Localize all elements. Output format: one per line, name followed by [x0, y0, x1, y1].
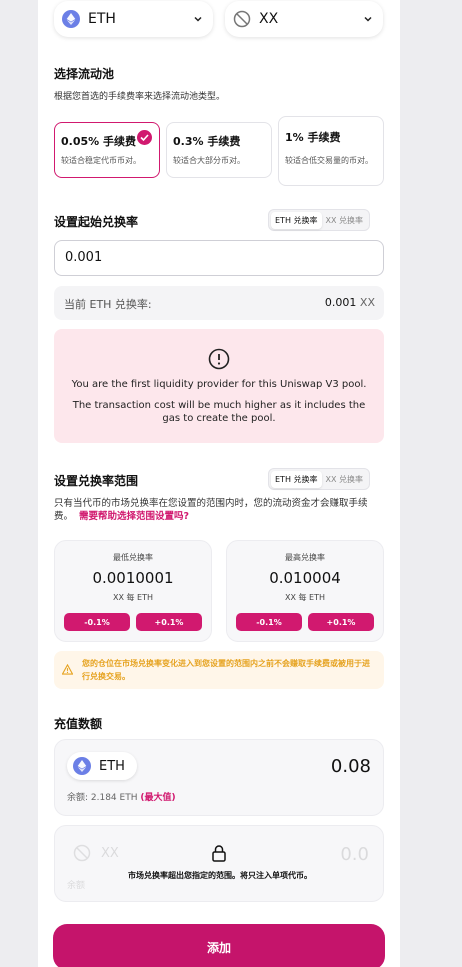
lock-icon [212, 845, 226, 862]
current-price-row: 当前 ETH 兑换率: 0.001 XX [54, 286, 384, 320]
start-price-title: 设置起始兑换率 [54, 215, 139, 229]
pool-section-title: 选择流动池 [54, 67, 115, 81]
max-increase-button[interactable]: +0.1% [308, 613, 374, 631]
token-b-selector[interactable]: XX [225, 1, 383, 37]
min-decrease-button[interactable]: -0.1% [64, 613, 130, 631]
warning-triangle-icon [62, 664, 73, 675]
token-a-symbol: ETH [88, 11, 116, 27]
fee-desc: 较适合稳定代币币对。 [61, 156, 141, 165]
fee-option-1[interactable]: 1% 手续费 较适合低交易量的币对。 [278, 116, 384, 186]
warning-line-1: You are the first liquidity provider for… [71, 379, 367, 390]
add-button[interactable]: 添加 [53, 924, 385, 967]
notice-text: 您的仓位在市场兑换率变化进入到您设置的范围内之前不会赚取手续费或被用于进行兑换交… [82, 659, 370, 681]
max-price-unit: XX 每 ETH [284, 593, 325, 602]
first-provider-warning: You are the first liquidity provider for… [54, 329, 384, 443]
start-price-value: 0.001 [65, 250, 103, 265]
warning-line-2: The transaction cost will be much higher… [72, 400, 366, 424]
max-button[interactable]: (最大值) [140, 793, 175, 803]
deposit-token-b-symbol: XX [101, 845, 119, 861]
blocked-icon [233, 10, 251, 28]
current-price-unit: XX [359, 296, 375, 309]
deposit-token-a-chip: ETH [67, 752, 137, 780]
token-b-symbol: XX [259, 11, 279, 27]
add-button-label: 添加 [206, 940, 231, 955]
ethereum-icon [73, 757, 91, 775]
max-price-value[interactable]: 0.010004 [227, 569, 383, 587]
range-toggle[interactable]: ETH 兑换率 XX 兑换率 [268, 468, 371, 490]
pool-section-subtitle: 根据您首选的手续费率来选择流动池类型。 [54, 92, 226, 102]
chevron-down-icon [194, 16, 202, 22]
deposit-title: 充值数额 [54, 717, 103, 731]
fee-desc: 较适合大部分币对。 [173, 156, 245, 165]
alert-circle-icon [208, 348, 230, 370]
deposit-token-b-amount: 0.0 [340, 844, 369, 865]
fee-option-0.3[interactable]: 0.3% 手续费 较适合大部分币对。 [166, 122, 272, 178]
fee-option-0.05[interactable]: 0.05% 手续费 较适合稳定代币币对。 [54, 122, 160, 178]
min-price-label: 最低兑换率 [113, 553, 153, 562]
current-price-label: 当前 ETH 兑换率: [64, 298, 152, 311]
fee-desc: 较适合低交易量的币对。 [285, 156, 373, 165]
deposit-token-a-amount[interactable]: 0.08 [331, 756, 371, 777]
deposit-token-b-locked: XX 0.0 余额 市场兑换率超出您指定的范围。将只注入单项代币。 [54, 825, 384, 902]
toggle-eth[interactable]: ETH 兑换率 [271, 470, 322, 488]
deposit-token-a-symbol: ETH [99, 758, 125, 774]
toggle-xx[interactable]: XX 兑换率 [322, 471, 368, 488]
range-title: 设置兑换率范围 [54, 474, 139, 488]
min-price-unit: XX 每 ETH [112, 593, 153, 602]
token-a-selector[interactable]: ETH [54, 1, 213, 37]
range-help-link[interactable]: 需要帮助选择范围设置吗? [79, 511, 189, 522]
min-increase-button[interactable]: +0.1% [136, 613, 202, 631]
current-price-value: 0.001 [324, 296, 357, 309]
deposit-token-b-faded: XX [73, 844, 119, 862]
chevron-down-icon [364, 16, 372, 22]
fee-title: 1% 手续费 [285, 131, 341, 144]
fee-title: 0.3% 手续费 [173, 135, 241, 148]
toggle-xx[interactable]: XX 兑换率 [322, 212, 368, 229]
blocked-icon [73, 844, 91, 862]
deposit-token-a-balance: 余额: 2.184 ETH [67, 793, 138, 803]
max-decrease-button[interactable]: -0.1% [236, 613, 302, 631]
locked-message: 市场兑换率超出您指定的范围。将只注入单项代币。 [128, 871, 312, 880]
toggle-eth[interactable]: ETH 兑换率 [271, 211, 322, 229]
max-price-label: 最高兑换率 [285, 553, 325, 562]
out-of-range-notice: 您的仓位在市场兑换率变化进入到您设置的范围内之前不会赚取手续费或被用于进行兑换交… [54, 651, 384, 689]
deposit-token-a: ETH 0.08 余额: 2.184 ETH (最大值) [54, 739, 384, 816]
ethereum-icon [62, 10, 80, 28]
min-price-value[interactable]: 0.0010001 [55, 569, 211, 587]
check-icon [137, 130, 152, 145]
start-price-toggle[interactable]: ETH 兑换率 XX 兑换率 [268, 209, 371, 231]
start-price-input[interactable]: 0.001 [54, 240, 384, 276]
range-desc: 只有当代币的市场兑换率在您设置的范围内时，您的流动资金才会赚取手续费。 需要帮助… [54, 497, 384, 523]
